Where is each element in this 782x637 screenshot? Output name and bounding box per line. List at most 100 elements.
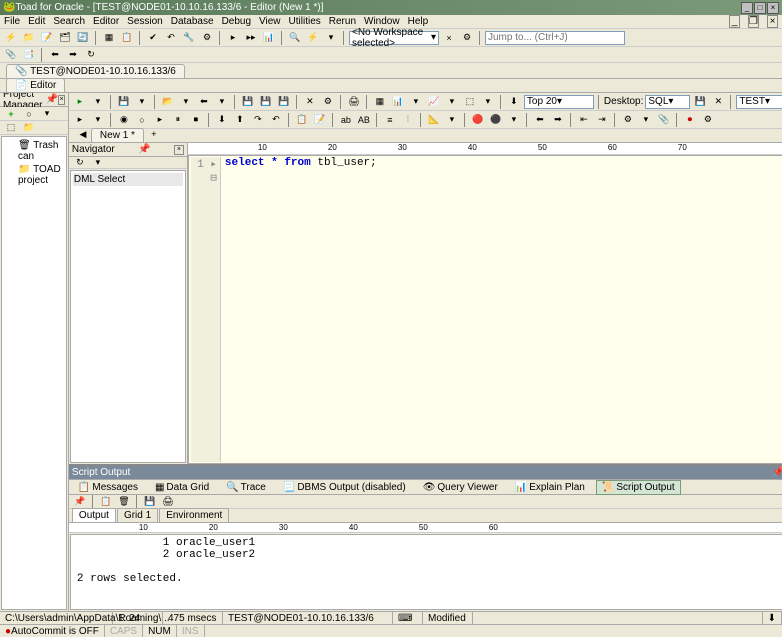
close-button[interactable]: ×	[767, 2, 779, 14]
desk-save-icon[interactable]: 💾	[692, 94, 708, 110]
indent-icon[interactable]: ⇤	[576, 112, 592, 128]
editor-window-tab[interactable]: 📄 Editor	[6, 78, 65, 92]
subtab-grid1[interactable]: Grid 1	[117, 508, 158, 522]
execute-icon[interactable]: ▸	[225, 30, 241, 46]
et2-24-icon[interactable]: ➡	[550, 112, 566, 128]
toggle-icon[interactable]: ⚙	[199, 30, 215, 46]
open-dd-icon[interactable]: ▾	[178, 94, 194, 110]
et2-11-icon[interactable]: ↶	[268, 112, 284, 128]
nav-down-icon[interactable]: ▾	[90, 155, 106, 171]
workspace-action-icon[interactable]: ×	[441, 30, 457, 46]
session-icon[interactable]: 📋	[119, 30, 135, 46]
tb2-icon-2[interactable]: 📑	[21, 47, 37, 63]
pm-close-button[interactable]: ×	[58, 95, 65, 105]
test-combo[interactable]: TEST ▾	[736, 95, 782, 109]
navigator-list[interactable]: DML Select	[70, 170, 186, 463]
nav-dd-icon[interactable]: ▾	[214, 94, 230, 110]
disk-all-icon[interactable]: 💾	[276, 94, 292, 110]
automation-icon[interactable]: ⚡	[305, 30, 321, 46]
output-tab-queryviewer[interactable]: 👁 Query Viewer	[417, 480, 504, 495]
et2-9-icon[interactable]: ⬆	[232, 112, 248, 128]
sql-editor[interactable]: 1 ▸ ⊟ select * from tbl_user;	[188, 155, 782, 464]
tb2-icon-1[interactable]: 📎	[3, 47, 19, 63]
nav-icon[interactable]: ⬅	[196, 94, 212, 110]
menu-view[interactable]: View	[259, 16, 281, 27]
pin-icon[interactable]: 📌	[46, 94, 58, 105]
search-icon[interactable]: 🔍	[287, 30, 303, 46]
tb2-icon-3[interactable]: ⬅	[47, 47, 63, 63]
menu-rerun[interactable]: Rerun	[329, 16, 356, 27]
restore-child-button[interactable]: ❐	[748, 15, 759, 28]
execute-script-icon[interactable]: ▸▸	[243, 30, 259, 46]
et2-2-icon[interactable]: ▾	[90, 112, 106, 128]
et2-10-icon[interactable]: ↷	[250, 112, 266, 128]
output-tab-explain[interactable]: 📊 Explain Plan	[509, 480, 591, 495]
desktop-combo[interactable]: SQL ▾	[645, 95, 690, 109]
output-tab-messages[interactable]: 📋 Messages	[72, 480, 144, 495]
et2-13-icon[interactable]: 📝	[312, 112, 328, 128]
et1-icon[interactable]: ▦	[372, 94, 388, 110]
et2-7-icon[interactable]: ⏹	[188, 112, 204, 128]
et4-icon[interactable]: 📈	[426, 94, 442, 110]
tool-icon[interactable]: 🔧	[181, 30, 197, 46]
et2-16-icon[interactable]: ≡	[382, 112, 398, 128]
ws-config-icon[interactable]: ⚙	[459, 30, 475, 46]
et2-17-icon[interactable]: ⫶	[400, 112, 416, 128]
clear-icon[interactable]: ✕	[302, 94, 318, 110]
output-tab-dbms[interactable]: 📃 DBMS Output (disabled)	[277, 480, 412, 495]
window-list-icon[interactable]: ▦	[101, 30, 117, 46]
et2-18-icon[interactable]: 📐	[426, 112, 442, 128]
et5-icon[interactable]: ▾	[444, 94, 460, 110]
navigator-close-button[interactable]: ×	[174, 145, 184, 155]
menu-edit[interactable]: Edit	[28, 16, 45, 27]
menu-window[interactable]: Window	[364, 16, 400, 27]
pm-filter-icon[interactable]: ⬚	[3, 120, 19, 136]
et2-12-icon[interactable]: 📋	[294, 112, 310, 128]
status-download-icon[interactable]: ⬇	[763, 612, 782, 624]
et2-14-icon[interactable]: ab	[338, 112, 354, 128]
nav-pin-icon[interactable]: 📌	[138, 144, 150, 155]
nav-item-dml-select[interactable]: DML Select	[73, 173, 183, 186]
commit-icon[interactable]: ✔	[145, 30, 161, 46]
menu-editor[interactable]: Editor	[93, 16, 119, 27]
output-body[interactable]: 1 oracle_user1 2 oracle_user2 2 rows sel…	[70, 534, 782, 610]
menu-search[interactable]: Search	[53, 16, 85, 27]
save-dd-icon[interactable]: ▾	[134, 94, 150, 110]
output-pin-icon[interactable]: 📌	[772, 467, 782, 478]
pm-folder-icon[interactable]: 📁	[21, 120, 37, 136]
tb2-icon-5[interactable]: ↻	[83, 47, 99, 63]
et2-21-icon[interactable]: ⚫	[488, 112, 504, 128]
print-icon[interactable]: 🖨	[346, 94, 362, 110]
tune-icon[interactable]: ⚙	[320, 94, 336, 110]
nav-refresh-icon[interactable]: ↻	[72, 155, 88, 171]
output-tab-datagrid[interactable]: ▦ Data Grid	[149, 480, 215, 495]
new-connection-icon[interactable]: ⚡	[3, 30, 19, 46]
output-tab-trace[interactable]: 🔍 Trace	[220, 480, 272, 495]
exec-dd-icon[interactable]: ▾	[90, 94, 106, 110]
et2-19-icon[interactable]: ▾	[444, 112, 460, 128]
file-tab-new1[interactable]: New 1 *	[91, 128, 144, 142]
desk-del-icon[interactable]: ✕	[710, 94, 726, 110]
stop-icon[interactable]: ⏺	[682, 112, 698, 128]
open-folder-icon[interactable]: 📂	[160, 94, 176, 110]
et2-22-icon[interactable]: ▾	[506, 112, 522, 128]
prev-tab-icon[interactable]: ◀	[75, 126, 91, 142]
fetch-icon[interactable]: ⬇	[506, 94, 522, 110]
disk2-icon[interactable]: 💾	[258, 94, 274, 110]
menu-database[interactable]: Database	[171, 16, 214, 27]
top-combo[interactable]: Top 20 ▾	[524, 95, 594, 109]
editor-icon[interactable]: 📝	[39, 30, 55, 46]
output-tab-script[interactable]: 📜 Script Output	[596, 480, 681, 495]
tree-item-trashcan[interactable]: 🗑 Trash can	[4, 139, 64, 163]
menu-debug[interactable]: Debug	[222, 16, 251, 27]
disk1-icon[interactable]: 💾	[240, 94, 256, 110]
schema-icon[interactable]: 🗂	[57, 30, 73, 46]
et2-8-icon[interactable]: ⬇	[214, 112, 230, 128]
jump-input[interactable]	[485, 31, 625, 45]
et3-icon[interactable]: ▾	[408, 94, 424, 110]
et2-25-icon[interactable]: ⚙	[620, 112, 636, 128]
et2-6-icon[interactable]: ⏸	[170, 112, 186, 128]
subtab-environment[interactable]: Environment	[159, 508, 229, 522]
et2-26-icon[interactable]: ▾	[638, 112, 654, 128]
et2-icon[interactable]: 📊	[390, 94, 406, 110]
